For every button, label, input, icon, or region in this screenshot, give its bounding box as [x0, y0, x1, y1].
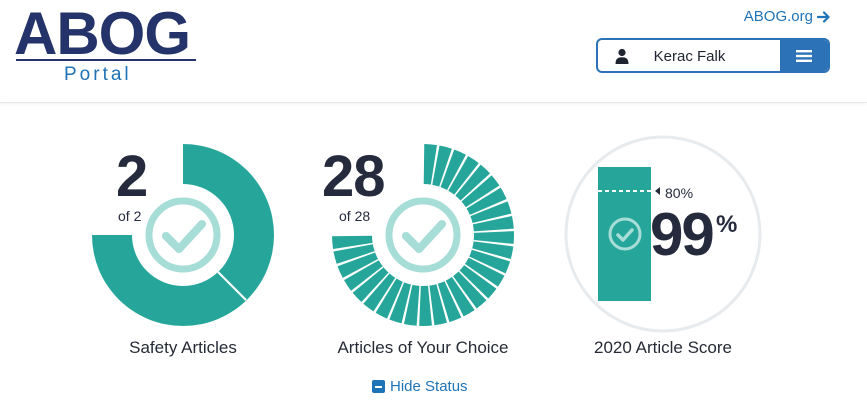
logo-subtitle: Portal	[64, 64, 132, 85]
score-target-marker-icon	[655, 187, 660, 195]
choice-articles-label: Articles of Your Choice	[337, 338, 509, 357]
abog-org-link[interactable]: ABOG.org	[744, 8, 831, 25]
choice-check-circle	[385, 197, 461, 273]
top-header: ABOG Portal ABOG.org Kerac Falk	[0, 0, 867, 103]
check-icon	[162, 220, 206, 253]
choice-donut-segment	[419, 285, 432, 326]
logo-divider	[16, 59, 196, 61]
safety-total: of 2	[118, 208, 142, 224]
abog-org-link-label: ABOG.org	[743, 8, 813, 25]
score-value: 99	[650, 201, 715, 268]
score-bar	[598, 167, 651, 301]
choice-donut-segment	[473, 231, 514, 244]
hamburger-menu-button[interactable]	[780, 40, 828, 71]
minus-square-icon	[372, 380, 385, 393]
choice-total: of 28	[339, 208, 371, 224]
user-account-button[interactable]: Kerac Falk	[598, 40, 780, 71]
safety-completed-count: 2	[116, 144, 148, 209]
abog-logo[interactable]: ABOG Portal	[14, 0, 198, 85]
safety-articles-label: Safety Articles	[129, 338, 237, 357]
check-icon	[402, 220, 446, 253]
app-root: ABOG Portal ABOG.org Kerac Falk 2 of 2 S…	[0, 0, 867, 402]
article-score-label: 2020 Article Score	[594, 338, 732, 357]
score-percent-sign: %	[716, 211, 738, 238]
hide-status-label: Hide Status	[390, 378, 468, 395]
hamburger-icon	[796, 49, 812, 62]
logo-wordmark: ABOG	[14, 0, 191, 67]
score-target-label: 80%	[665, 185, 694, 201]
safety-check-circle	[145, 197, 221, 273]
user-name: Kerac Falk	[653, 48, 726, 65]
user-menu[interactable]: Kerac Falk	[596, 38, 830, 73]
arrow-right-icon	[817, 10, 830, 23]
hide-status-button[interactable]: Hide Status	[372, 378, 468, 395]
choice-completed-count: 28	[322, 144, 386, 209]
